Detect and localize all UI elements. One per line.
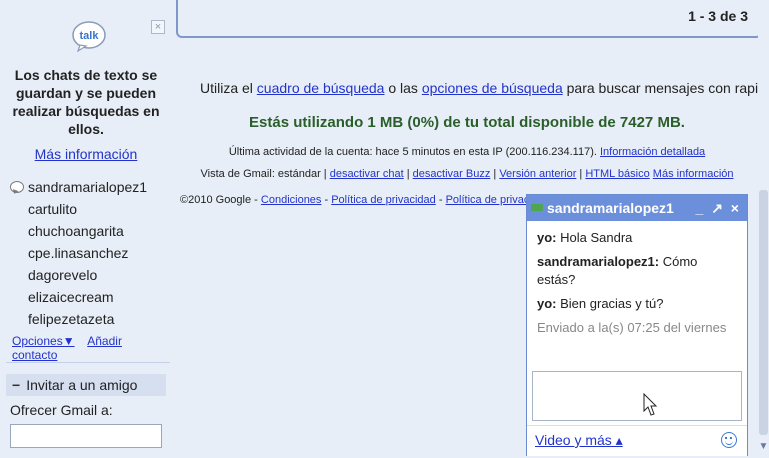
privacy-policy-link[interactable]: Política de privacid <box>446 194 538 206</box>
disable-chat-link[interactable]: desactivar chat <box>330 168 404 180</box>
google-talk-logo: talk <box>72 21 106 52</box>
contact-item[interactable]: cartulito <box>6 198 166 220</box>
older-version-link[interactable]: Versión anterior <box>499 168 576 180</box>
chat-compose-input[interactable] <box>532 371 742 421</box>
invite-header[interactable]: − Invitar a un amigo <box>6 374 166 396</box>
contact-options: Opciones▼ Añadir contacto <box>12 334 170 362</box>
page-scrollbar[interactable]: ▼ <box>758 0 769 458</box>
privacy-link[interactable]: Política de privacidad <box>331 194 436 206</box>
chat-message: sandramarialopez1: Cómo estás? <box>537 254 698 287</box>
chat-window-controls[interactable]: _ ↗ × <box>696 195 741 221</box>
talk-panel: talk × <box>6 0 166 58</box>
invite-email-input[interactable] <box>10 424 162 448</box>
terms-link[interactable]: Condiciones <box>261 194 322 206</box>
contact-item[interactable]: dagorevelo <box>6 264 166 286</box>
basic-html-link[interactable]: HTML básico <box>585 168 649 180</box>
more-info-link[interactable]: Más información <box>653 168 734 180</box>
pager-count: 1 - 3 de 3 <box>688 8 748 24</box>
contact-item[interactable]: felipezetazeta <box>6 308 166 330</box>
talk-tip-message: Los chats de texto se guardan y se puede… <box>12 67 160 137</box>
talk-more-info-link[interactable]: Más información <box>8 146 164 162</box>
chat-title-bar[interactable]: sandramarialopez1 _ ↗ × <box>527 195 747 221</box>
chat-bubble-icon <box>10 181 24 193</box>
chat-contact-name: sandramarialopez1 <box>547 200 674 216</box>
storage-usage: Estás utilizando 1 MB (0%) de tu total d… <box>249 114 685 131</box>
contact-item[interactable]: chuchoangarita <box>6 220 166 242</box>
video-camera-icon <box>531 204 543 211</box>
search-tip: Utiliza el cuadro de búsqueda o las opci… <box>200 80 769 96</box>
chat-messages: yo: Hola Sandra sandramarialopez1: Cómo … <box>527 221 747 337</box>
chat-footer: Video y más ▴ <box>527 425 747 456</box>
svg-text:talk: talk <box>80 30 100 42</box>
chat-sidebar: talk × Los chats de texto se guardan y s… <box>0 0 170 458</box>
search-box-link[interactable]: cuadro de búsqueda <box>257 80 385 96</box>
message-list-footer: 1 - 3 de 3 <box>176 0 762 38</box>
sent-timestamp: Enviado a la(s) 07:25 del viernes <box>537 320 727 335</box>
gmail-view-links: Vista de Gmail: estándar | desactivar ch… <box>200 168 734 180</box>
search-options-link[interactable]: opciones de búsqueda <box>422 80 563 96</box>
emoticon-icon[interactable] <box>721 432 737 448</box>
close-talk-tip-button[interactable]: × <box>151 20 165 34</box>
disable-buzz-link[interactable]: desactivar Buzz <box>413 168 491 180</box>
footer-links: ©2010 Google - Condiciones - Política de… <box>180 194 538 206</box>
options-link[interactable]: Opciones▼ <box>12 334 75 348</box>
activity-details-link[interactable]: Información detallada <box>600 146 705 158</box>
contact-item[interactable]: elizaicecream <box>6 286 166 308</box>
chat-message: yo: Hola Sandra <box>537 230 633 245</box>
account-activity: Última actividad de la cuenta: hace 5 mi… <box>228 146 706 158</box>
scroll-down-arrow-icon[interactable]: ▼ <box>758 440 769 454</box>
invite-label: Ofrecer Gmail a: <box>10 402 113 418</box>
mouse-cursor-icon <box>643 393 658 416</box>
contact-item[interactable]: cpe.linasanchez <box>6 242 166 264</box>
chat-window: sandramarialopez1 _ ↗ × yo: Hola Sandra … <box>526 194 748 456</box>
divider <box>6 362 170 363</box>
chat-message: yo: Bien gracias y tú? <box>537 296 664 311</box>
video-more-button[interactable]: Video y más ▴ <box>535 432 623 449</box>
scrollbar-thumb[interactable] <box>759 190 768 435</box>
contact-item[interactable]: sandramarialopez1 <box>6 176 166 198</box>
collapse-toggle[interactable]: − <box>12 377 20 393</box>
contact-list: sandramarialopez1 cartulito chuchoangari… <box>6 176 166 330</box>
